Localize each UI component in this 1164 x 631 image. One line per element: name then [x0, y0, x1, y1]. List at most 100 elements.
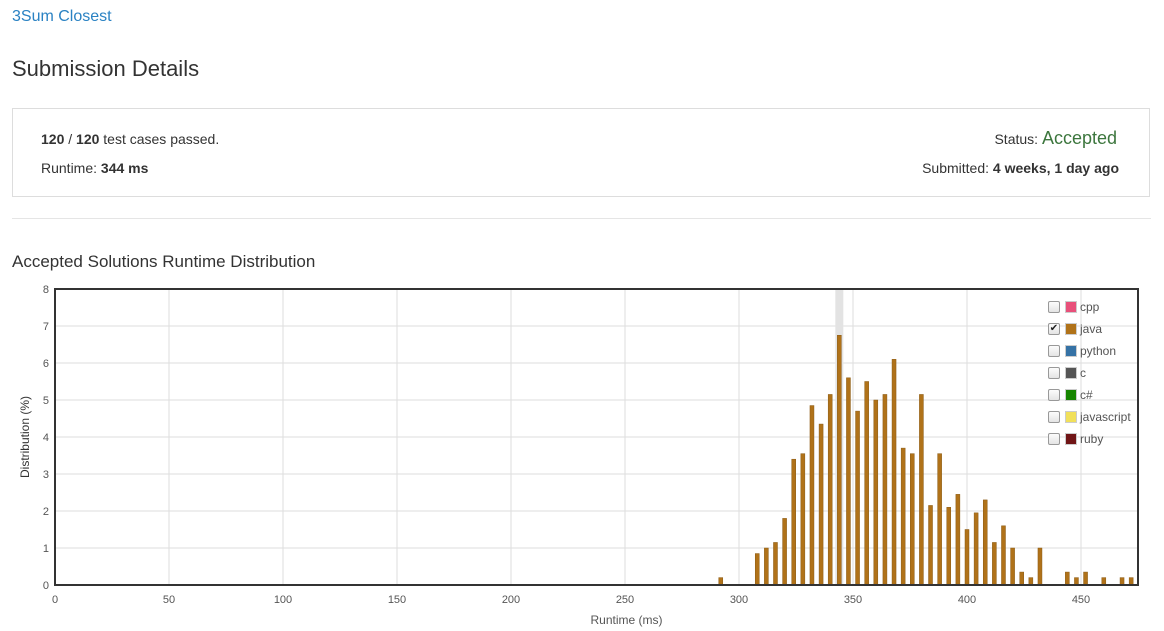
- legend-label: c#: [1080, 388, 1093, 402]
- bar-java: [809, 405, 815, 586]
- bar-java: [919, 394, 924, 586]
- status-label: Status:: [994, 131, 1042, 147]
- legend-color-swatch: [1065, 345, 1077, 357]
- bar-java: [791, 458, 796, 586]
- x-tick-label: 350: [844, 594, 862, 606]
- passed-suffix: test cases passed.: [99, 131, 220, 147]
- y-tick-label: 0: [43, 580, 49, 592]
- bar-java: [1083, 571, 1088, 586]
- legend-item-ruby[interactable]: ruby: [1048, 428, 1131, 450]
- bar-java: [1101, 577, 1107, 586]
- bar-java: [1128, 577, 1134, 586]
- x-tick-label: 100: [274, 594, 292, 606]
- y-tick-label: 2: [43, 506, 49, 518]
- legend-item-c[interactable]: c: [1048, 362, 1131, 384]
- bar-java: [873, 399, 879, 586]
- bar-java: [846, 377, 851, 586]
- y-tick-label: 4: [43, 432, 49, 444]
- y-axis-label: Distribution (%): [18, 396, 32, 478]
- x-tick-label: 50: [163, 594, 175, 606]
- legend-item-java[interactable]: ✔ java: [1048, 318, 1131, 340]
- x-tick-label: 400: [958, 594, 976, 606]
- bar-java: [964, 529, 970, 586]
- legend-label: ruby: [1080, 432, 1104, 446]
- bar-java: [1010, 547, 1015, 586]
- section-divider: [12, 218, 1151, 219]
- x-tick-label: 450: [1072, 594, 1090, 606]
- bar-java: [982, 499, 988, 586]
- legend-item-cpp[interactable]: cpp: [1048, 296, 1131, 318]
- legend-color-swatch: [1065, 389, 1077, 401]
- bar-java: [773, 542, 778, 586]
- legend-color-swatch: [1065, 323, 1077, 335]
- bar-java: [955, 494, 961, 586]
- runtime-value: 344 ms: [100, 160, 149, 176]
- problem-title-link[interactable]: 3Sum Closest: [12, 8, 112, 26]
- y-tick-label: 8: [43, 284, 49, 296]
- legend-label: javascript: [1080, 410, 1131, 424]
- bar-java: [937, 453, 942, 586]
- bar-java: [1019, 571, 1024, 586]
- bar-java: [1037, 547, 1043, 586]
- bar-java: [837, 335, 842, 586]
- bar-java: [882, 394, 888, 586]
- legend-item-javascript[interactable]: javascript: [1048, 406, 1131, 428]
- x-tick-label: 300: [730, 594, 748, 606]
- total-count: 120: [76, 131, 100, 147]
- bar-java: [1119, 577, 1125, 586]
- bar-java: [900, 447, 906, 586]
- legend-checkbox[interactable]: ✔: [1048, 323, 1060, 335]
- x-tick-label: 150: [388, 594, 406, 606]
- status-badge: Accepted: [1041, 128, 1117, 148]
- chart-legend: cpp ✔ java python c c# javascript ruby: [1048, 296, 1131, 450]
- bar-java: [1074, 577, 1079, 586]
- legend-checkbox[interactable]: [1048, 433, 1060, 445]
- bar-java: [764, 547, 769, 586]
- bar-java: [827, 394, 833, 586]
- y-tick-label: 1: [43, 543, 49, 555]
- bar-java: [928, 505, 933, 586]
- bar-java: [855, 410, 860, 586]
- legend-item-python[interactable]: python: [1048, 340, 1131, 362]
- legend-color-swatch: [1065, 367, 1077, 379]
- test-cases-text: 120 / 120 test cases passed.: [41, 131, 219, 147]
- bar-java: [864, 381, 869, 586]
- bar-java: [891, 359, 897, 586]
- runtime-text: Runtime: 344 ms: [41, 160, 148, 176]
- submitted-label: Submitted:: [922, 160, 993, 176]
- legend-checkbox[interactable]: [1048, 301, 1060, 313]
- bar-java: [1028, 577, 1034, 586]
- bar-java: [782, 518, 787, 586]
- status-text: Status: Accepted: [994, 128, 1117, 149]
- legend-label: cpp: [1080, 300, 1100, 314]
- bar-java: [754, 553, 760, 586]
- count-separator: /: [64, 131, 77, 147]
- x-tick-label: 0: [52, 594, 58, 606]
- legend-label: python: [1080, 344, 1117, 358]
- submitted-value: 4 weeks, 1 day ago: [992, 160, 1119, 176]
- legend-color-swatch: [1065, 411, 1077, 423]
- x-axis-label: Runtime (ms): [590, 613, 662, 627]
- bar-java: [818, 423, 824, 586]
- submission-summary-panel: 120 / 120 test cases passed. Runtime: 34…: [12, 108, 1150, 197]
- legend-label: java: [1080, 322, 1103, 336]
- bar-java: [973, 512, 979, 586]
- runtime-distribution-chart: 0 1 2 3 4 5 6 7 8 0 50 100 150 200 250 300 350 400 450 Runt…: [18, 284, 1139, 627]
- legend-color-swatch: [1065, 301, 1077, 313]
- legend-checkbox[interactable]: [1048, 367, 1060, 379]
- legend-item-c#[interactable]: c#: [1048, 384, 1131, 406]
- bar-java: [1065, 571, 1070, 586]
- legend-color-swatch: [1065, 433, 1077, 445]
- bar-java: [800, 453, 806, 586]
- legend-checkbox[interactable]: [1048, 411, 1060, 423]
- distribution-section-title: Accepted Solutions Runtime Distribution: [12, 252, 316, 271]
- legend-checkbox[interactable]: [1048, 345, 1060, 357]
- legend-checkbox[interactable]: [1048, 389, 1060, 401]
- submitted-text: Submitted: 4 weeks, 1 day ago: [922, 160, 1119, 176]
- y-tick-label: 5: [43, 395, 49, 407]
- y-tick-label: 6: [43, 358, 49, 370]
- runtime-label: Runtime:: [41, 160, 101, 176]
- bar-java: [910, 453, 915, 586]
- bar-java: [718, 577, 724, 586]
- page-title: Submission Details: [12, 56, 200, 81]
